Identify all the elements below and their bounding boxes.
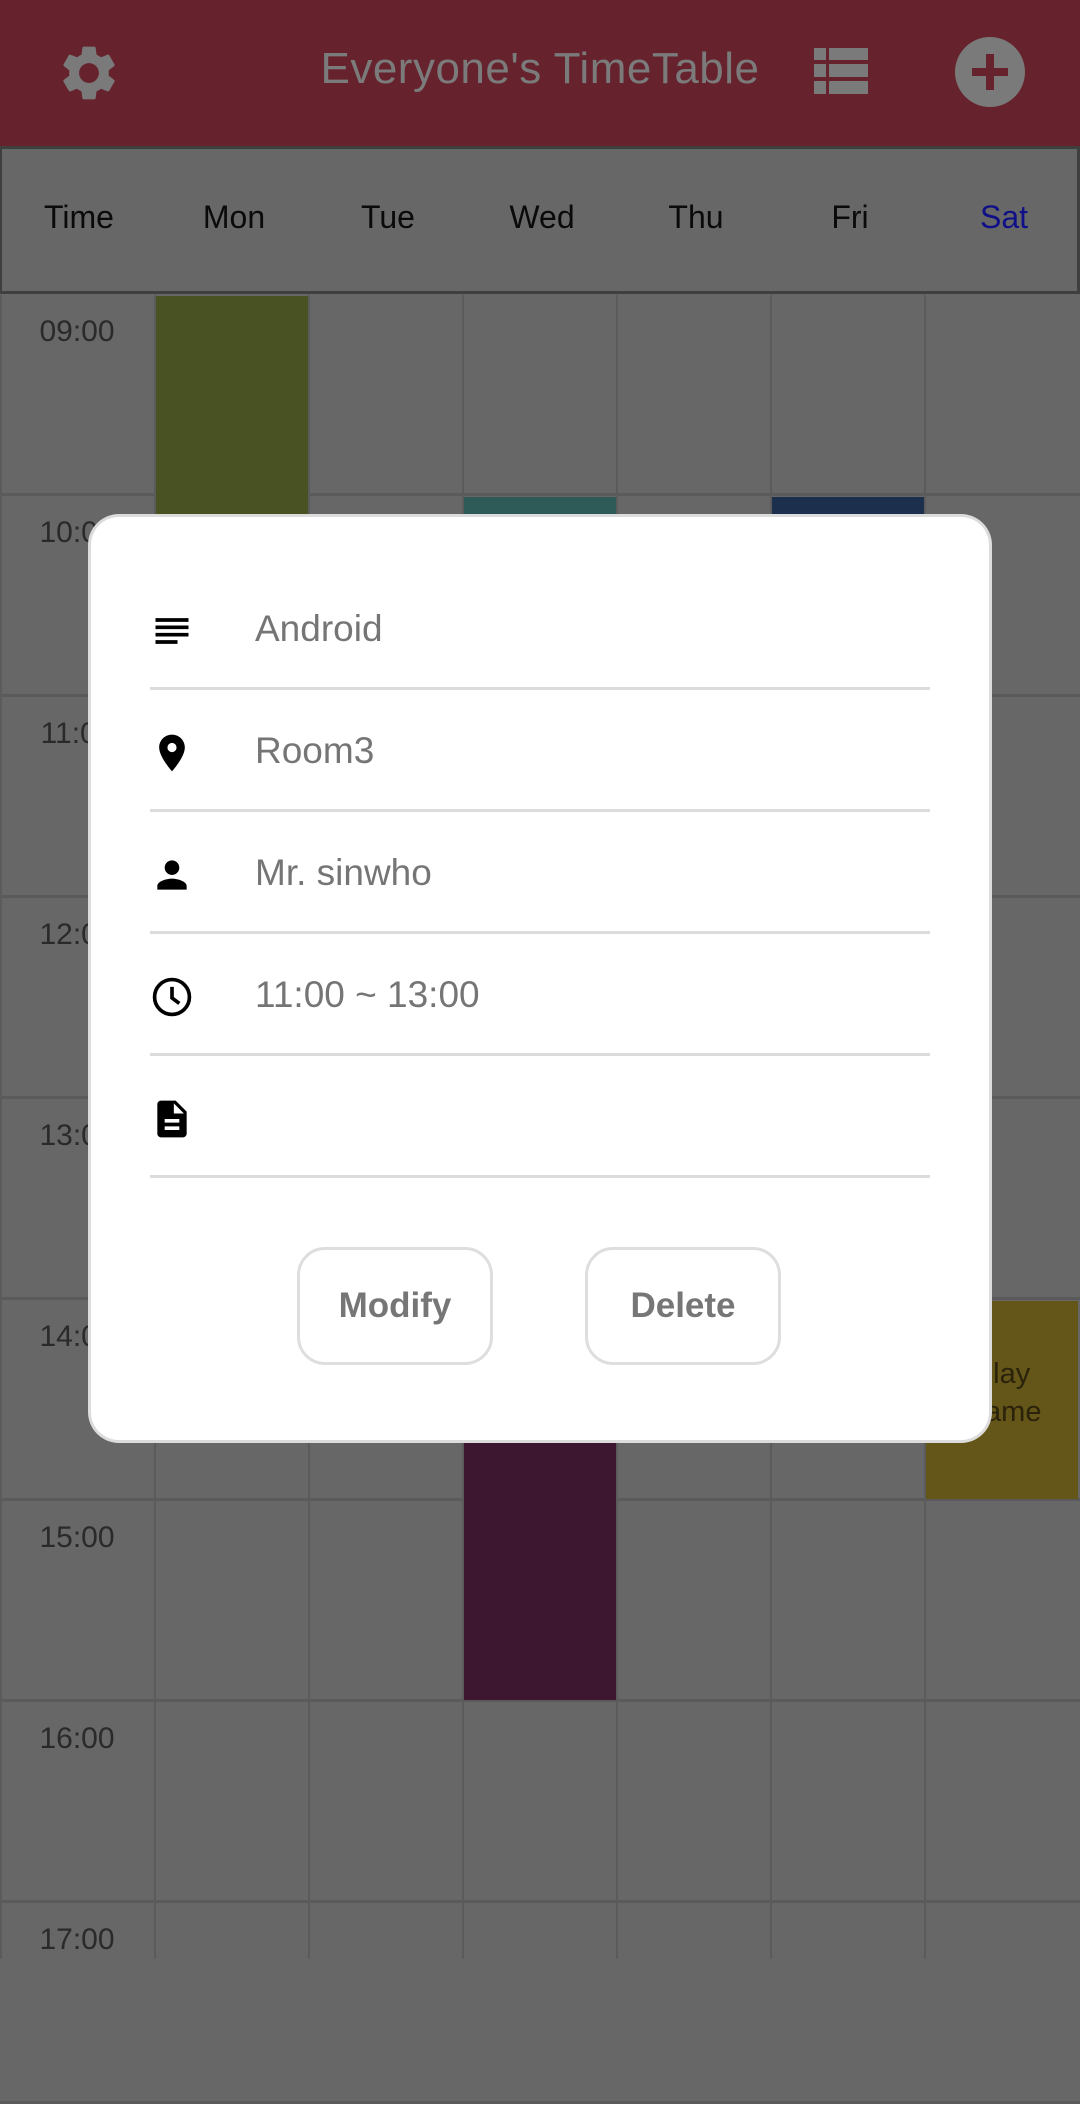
subject-icon — [155, 618, 189, 644]
plus-circle-icon[interactable] — [955, 37, 1025, 107]
location-value: Room3 — [255, 730, 375, 771]
delete-button[interactable]: Delete — [585, 1247, 781, 1365]
person-icon — [157, 860, 187, 890]
document-icon — [157, 1100, 187, 1138]
time-value: 11:00 ~ 13:00 — [255, 974, 480, 1015]
location-pin-icon — [159, 734, 185, 772]
app-bar: Everyone's TimeTable — [0, 0, 1080, 146]
day-header-wed: Wed — [509, 199, 575, 235]
time-label: 16:00 — [39, 1722, 115, 1755]
day-header-thu: Thu — [668, 199, 724, 235]
professor-value: Mr. sinwho — [255, 852, 432, 893]
subject-field[interactable]: Android — [150, 570, 930, 690]
subject-value: Android — [255, 608, 383, 649]
app-title: Everyone's TimeTable — [320, 44, 760, 93]
hour-row: 17:00 — [0, 1903, 1080, 2104]
day-header-sat: Sat — [979, 199, 1029, 235]
day-header-fri: Fri — [831, 199, 869, 235]
clock-icon — [152, 977, 192, 1017]
hour-row: 16:00 — [0, 1702, 1080, 1903]
memo-field[interactable] — [150, 1058, 930, 1178]
modify-button[interactable]: Modify — [297, 1247, 493, 1365]
list-icon[interactable] — [814, 48, 868, 96]
grid-line — [0, 295, 2, 1959]
time-field[interactable]: 11:00 ~ 13:00 — [150, 936, 930, 1056]
day-header-time: Time — [44, 199, 114, 235]
day-header-tue: Tue — [361, 199, 415, 235]
professor-field[interactable]: Mr. sinwho — [150, 814, 930, 934]
class-detail-dialog: Android Room3 Mr. sinwho 11:00 ~ 13:00 M… — [91, 517, 989, 1440]
location-field[interactable]: Room3 — [150, 692, 930, 812]
day-header-mon: Mon — [202, 199, 266, 235]
time-label: 15:00 — [39, 1521, 115, 1554]
gear-icon[interactable] — [56, 40, 122, 106]
time-label: 17:00 — [39, 1923, 115, 1956]
time-label: 09:00 — [39, 315, 115, 348]
day-header: Time Mon Tue Wed Thu Fri Sat — [0, 146, 1080, 294]
